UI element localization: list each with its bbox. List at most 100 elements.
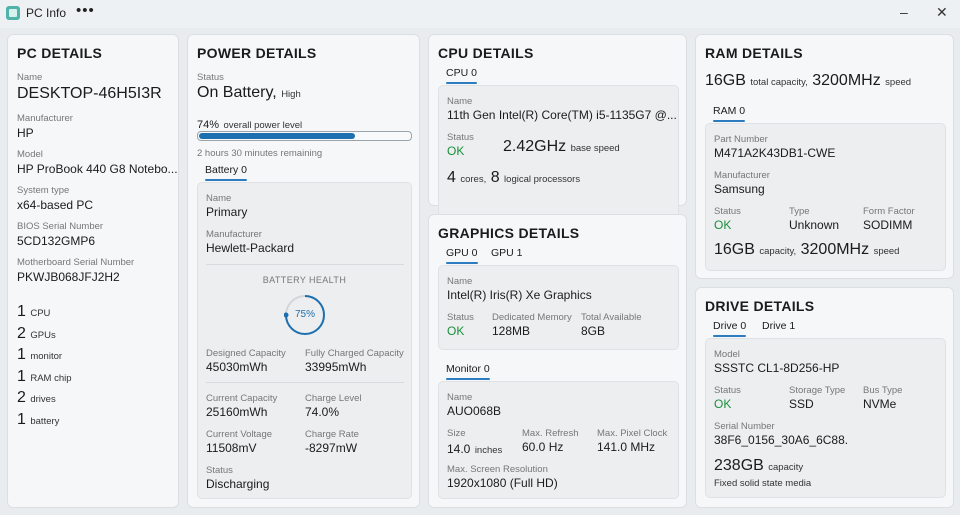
- gpu-name-value: Intel(R) Iris(R) Xe Graphics: [447, 288, 592, 302]
- count-label: drives: [30, 394, 56, 405]
- drive-media-type: Fixed solid state media: [714, 478, 812, 489]
- pc-details-panel: PC DETAILS Name DESKTOP-46H5I3R Manufact…: [7, 34, 179, 508]
- storage-type-label: Storage Type: [789, 385, 846, 396]
- power-details-panel: POWER DETAILS Status On Battery, High 74…: [187, 34, 420, 508]
- max-pixel-clock-value: 141.0 MHz: [597, 440, 656, 454]
- count-ram-chips: 1 RAM chip: [17, 368, 72, 386]
- tab-monitor-0[interactable]: Monitor 0: [446, 363, 490, 380]
- ram-chip-capacity-value: 16GB: [714, 241, 755, 258]
- ram-chip-speed-value: 3200MHz: [800, 241, 870, 258]
- monitor-size: 14.0 inches: [447, 440, 502, 458]
- ram-speed-text: speed: [885, 77, 912, 88]
- cpu-status-label: Status: [447, 132, 474, 143]
- charge-level-label: Charge Level: [305, 393, 362, 404]
- minimize-button[interactable]: –: [900, 4, 908, 20]
- cpu-cores: 4 cores, 8 logical processors: [447, 169, 580, 187]
- drive-capacity: 238GB capacity: [714, 457, 803, 475]
- battery-name-label: Name: [206, 193, 232, 204]
- more-options-button[interactable]: •••: [76, 2, 95, 19]
- pc-manufacturer-value: HP: [17, 126, 34, 140]
- count-cpu: 1 CPU: [17, 303, 50, 321]
- drive-status-label: Status: [714, 385, 741, 396]
- cpu-details-panel: CPU DETAILS CPU 0 Name 11th Gen Intel(R)…: [428, 34, 687, 231]
- tab-drive-1[interactable]: Drive 1: [762, 320, 795, 332]
- pc-details-title: PC DETAILS: [17, 45, 103, 61]
- battery-status-value: Discharging: [206, 477, 270, 491]
- motherboard-serial-label: Motherboard Serial Number: [17, 257, 135, 268]
- battery-health-label: BATTERY HEALTH: [262, 275, 347, 285]
- cpu-name-label: Name: [447, 96, 473, 107]
- max-resolution-value: 1920x1080 (Full HD): [447, 476, 558, 490]
- gpu-status-label: Status: [447, 312, 474, 323]
- power-level-percent: 74%: [197, 119, 220, 131]
- count-label: RAM chip: [30, 373, 72, 384]
- power-status-label: Status: [197, 72, 224, 83]
- full-capacity-value: 33995mWh: [305, 360, 367, 374]
- tab-ram-0[interactable]: RAM 0: [713, 105, 746, 122]
- total-available-value: 8GB: [581, 324, 606, 338]
- count-monitors: 1 monitor: [17, 346, 62, 364]
- max-pixel-clock-label: Max. Pixel Clock: [597, 428, 668, 439]
- divider: [206, 264, 404, 265]
- graphics-details-panel: GRAPHICS DETAILS GPU 0 GPU 1 Name Intel(…: [428, 214, 687, 508]
- drive-model-label: Model: [714, 349, 740, 360]
- power-details-title: POWER DETAILS: [197, 45, 317, 61]
- battery-details-card: Name Primary Manufacturer Hewlett-Packar…: [197, 182, 412, 499]
- tab-cpu-0[interactable]: CPU 0: [446, 67, 477, 84]
- count-number: 2: [17, 389, 26, 406]
- form-factor-value: SODIMM: [863, 218, 913, 232]
- battery-name-value: Primary: [206, 205, 248, 219]
- cpu-cores-text: cores,: [460, 174, 487, 185]
- ram-type-label: Type: [789, 206, 810, 217]
- current-voltage-label: Current Voltage: [206, 429, 273, 440]
- ram-chip-summary: 16GB capacity, 3200MHz speed: [714, 241, 899, 259]
- drive-model-value: SSSTC CL1-8D256-HP: [714, 361, 840, 375]
- ram-total-value: 16GB: [705, 72, 746, 89]
- drive-details-panel: DRIVE DETAILS Drive 0 Drive 1 Model SSST…: [695, 287, 954, 508]
- divider: [206, 382, 404, 383]
- ram-card: Part Number M471A2K43DB1-CWE Manufacture…: [705, 123, 946, 271]
- tab-drive-0[interactable]: Drive 0: [713, 320, 747, 337]
- current-voltage-value: 11508mV: [206, 441, 257, 455]
- tab-battery-0[interactable]: Battery 0: [205, 164, 248, 181]
- tab-gpu-1[interactable]: GPU 1: [491, 247, 523, 259]
- monitor-card: Name AUO068B Size 14.0 inches Max. Refre…: [438, 381, 679, 499]
- count-label: GPUs: [30, 330, 56, 341]
- battery-health-value: 75%: [294, 309, 315, 320]
- power-status-level: High: [281, 89, 301, 100]
- designed-capacity-label: Designed Capacity: [206, 348, 286, 359]
- power-status-value: On Battery,: [197, 84, 277, 101]
- power-level-text: overall power level: [223, 120, 303, 131]
- pc-model-label: Model: [17, 149, 43, 160]
- app-icon: [6, 6, 20, 20]
- bus-type-label: Bus Type: [863, 385, 903, 396]
- ram-status-value: OK: [714, 218, 732, 232]
- gpu-status-value: OK: [447, 324, 465, 338]
- pc-name-label: Name: [17, 72, 43, 83]
- ram-chip-capacity-text: capacity,: [759, 246, 797, 257]
- pc-manufacturer-label: Manufacturer: [17, 113, 73, 124]
- ram-total-text: total capacity,: [750, 77, 808, 88]
- bios-serial-value: 5CD132GMP6: [17, 234, 96, 248]
- gpu-card: Name Intel(R) Iris(R) Xe Graphics Status…: [438, 265, 679, 350]
- cpu-details-title: CPU DETAILS: [438, 45, 534, 61]
- count-label: battery: [30, 416, 60, 427]
- part-number-label: Part Number: [714, 134, 768, 145]
- remaining-time: 2 hours 30 minutes remaining: [197, 148, 323, 159]
- monitor-name-label: Name: [447, 392, 473, 403]
- ram-chip-speed-text: speed: [873, 246, 900, 257]
- bios-serial-label: BIOS Serial Number: [17, 221, 104, 232]
- max-resolution-label: Max. Screen Resolution: [447, 464, 548, 475]
- count-drives: 2 drives: [17, 389, 56, 407]
- graphics-details-title: GRAPHICS DETAILS: [438, 225, 580, 241]
- cpu-speed: 2.42GHz base speed: [503, 138, 620, 156]
- drive-capacity-text: capacity: [768, 462, 804, 473]
- cpu-speed-value: 2.42GHz: [503, 138, 567, 155]
- count-number: 1: [17, 303, 26, 320]
- count-number: 1: [17, 411, 26, 428]
- tab-gpu-0[interactable]: GPU 0: [446, 247, 478, 264]
- count-label: monitor: [30, 351, 63, 362]
- drive-serial-value: 38F6_0156_30A6_6C88.: [714, 433, 849, 447]
- ram-type-value: Unknown: [789, 218, 840, 232]
- close-button[interactable]: ✕: [936, 4, 948, 21]
